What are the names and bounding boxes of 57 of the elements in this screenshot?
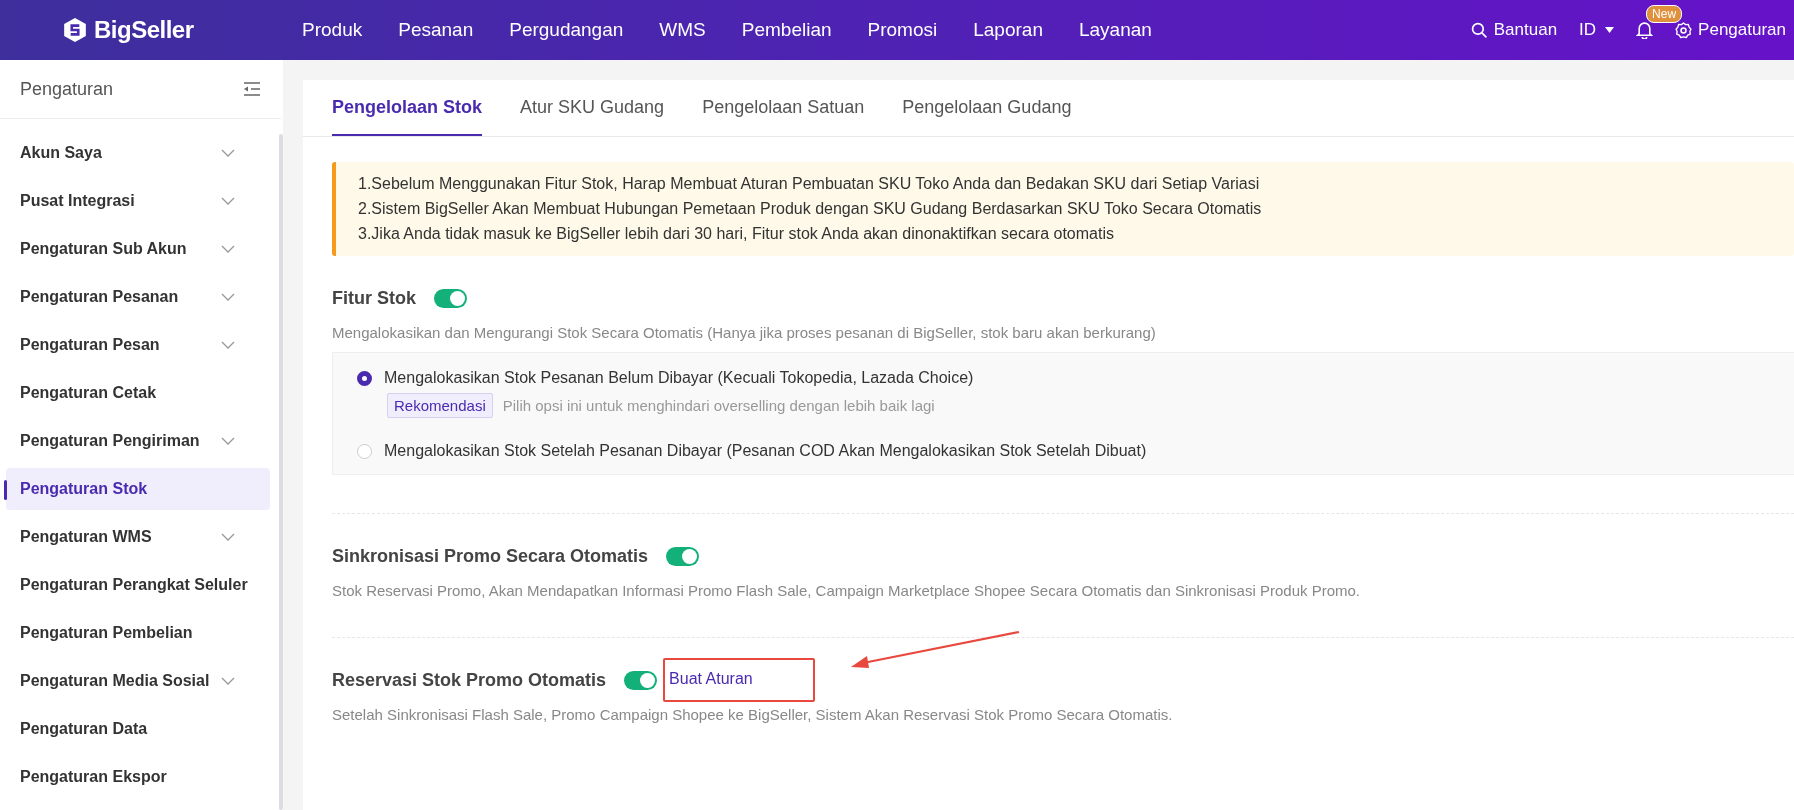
radio-button[interactable]	[357, 370, 372, 386]
nav-link[interactable]: Pergudangan	[491, 19, 642, 41]
sidebar-item[interactable]: Pengaturan Media Sosial	[6, 660, 270, 702]
collapse-menu-icon[interactable]	[243, 82, 261, 96]
sidebar-item[interactable]: Pengaturan Data	[6, 708, 270, 750]
create-rule-link[interactable]: Buat Aturan	[669, 670, 753, 687]
sidebar-title: Pengaturan	[20, 78, 114, 100]
sidebar-item[interactable]: Pengaturan Pengiriman	[6, 420, 270, 462]
settings-icon	[1675, 21, 1693, 39]
sidebar-item[interactable]: Pengaturan Sub Akun	[6, 228, 270, 270]
bell-icon[interactable]	[1636, 21, 1654, 39]
sidebar-item[interactable]: Pengaturan Pembelian	[6, 612, 270, 654]
nav-link[interactable]: Pesanan	[380, 19, 492, 41]
notice-text: 3.Jika Anda tidak masuk ke BigSeller lebih dari 30 hari, Fitur stok Anda akan dinonaktifkan secara otomatis	[358, 224, 1115, 244]
section-description: Mengalokasikan dan Mengurangi Stok Secara Otomatis (Hanya jika proses pesanan di BigSeller, stok baru akan berkurang)	[332, 324, 1157, 341]
sidebar-item[interactable]: Pusat Integrasi	[6, 180, 270, 222]
settings-link[interactable]: Pengaturan	[1675, 20, 1786, 40]
sidebar-item[interactable]: Pengaturan Pesan	[6, 324, 270, 366]
notice-text: 2.Sistem BigSeller Akan Membuat Hubungan Pemetaan Produk dengan SKU Gudang Berdasarkan SKU Toko Secara Otomatis	[358, 199, 1263, 219]
toggle-switch[interactable]	[666, 546, 700, 566]
sidebar-item[interactable]: Pengaturan Perangkat Seluler	[6, 564, 270, 606]
option-label[interactable]: Mengalokasikan Stok Setelah Pesanan Dibayar (Pesanan COD Akan Mengalokasikan Stok Setelah Dibuat)	[384, 442, 1147, 460]
caret-icon	[1605, 27, 1615, 33]
new-badge: New	[1646, 5, 1683, 23]
nav-link[interactable]: Layanan	[1060, 19, 1170, 41]
tab[interactable]: Pengelolaan Satuan	[702, 80, 865, 136]
toggle-switch[interactable]	[624, 670, 658, 690]
sidebar-item[interactable]: Akun Saya	[6, 132, 270, 174]
nav-link[interactable]: Pembelian	[723, 19, 850, 41]
tab[interactable]: Pengelolaan Gudang	[902, 80, 1072, 136]
search-icon	[1470, 21, 1488, 39]
option-hint: Pilih opsi ini untuk menghindari overselling dengan lebih baik lagi	[502, 397, 935, 414]
logo-text: BigSeller	[94, 16, 194, 44]
option-label[interactable]: Mengalokasikan Stok Pesanan Belum Dibayar (Kecuali Tokopedia, Lazada Choice)	[384, 369, 974, 387]
sidebar-item[interactable]: Pengaturan Cetak	[6, 372, 270, 414]
toggle-switch[interactable]	[434, 288, 467, 308]
sidebar-item[interactable]: Pengaturan WMS	[6, 516, 270, 558]
section-description: Setelah Sinkronisasi Flash Sale, Promo Campaign Shopee ke BigSeller, Sistem Akan Reservasi Stok Promo Secara Otomatis.	[332, 706, 1174, 723]
section-description: Stok Reservasi Promo, Akan Mendapatkan Informasi Promo Flash Sale, Campaign Marketplace Shopee Secara Otomatis dan Sinkronisasi Produk Promo.	[332, 582, 1361, 599]
tab[interactable]: Pengelolaan Stok	[332, 80, 483, 136]
nav-link[interactable]: Laporan	[955, 19, 1061, 41]
sidebar-item[interactable]: Pengaturan Ekspor	[6, 756, 270, 798]
recommendation-tag: Rekomendasi	[387, 393, 493, 418]
nav-link[interactable]: Promosi	[849, 19, 956, 41]
section-title: Sinkronisasi Promo Secara Otomatis	[332, 545, 649, 567]
tab[interactable]: Atur SKU Gudang	[520, 80, 665, 136]
language-dropdown[interactable]: ID	[1579, 20, 1615, 40]
nav-link[interactable]: Produk	[284, 19, 381, 41]
help-link[interactable]: Bantuan	[1470, 20, 1558, 40]
nav-link[interactable]: WMS	[641, 19, 724, 41]
section-title: Fitur Stok	[332, 287, 416, 309]
active-indicator	[4, 480, 7, 500]
sidebar-item[interactable]: Pengaturan Stok	[6, 468, 270, 510]
sidebar-item[interactable]: Pengaturan Pesanan	[6, 276, 270, 318]
section-title: Reservasi Stok Promo Otomatis	[332, 669, 607, 691]
notice-text: 1.Sebelum Menggunakan Fitur Stok, Harap Membuat Aturan Pembuatan SKU Toko Anda dan Bedakan SKU dari Setiap Variasi	[358, 174, 1261, 194]
logo-icon	[62, 16, 88, 44]
